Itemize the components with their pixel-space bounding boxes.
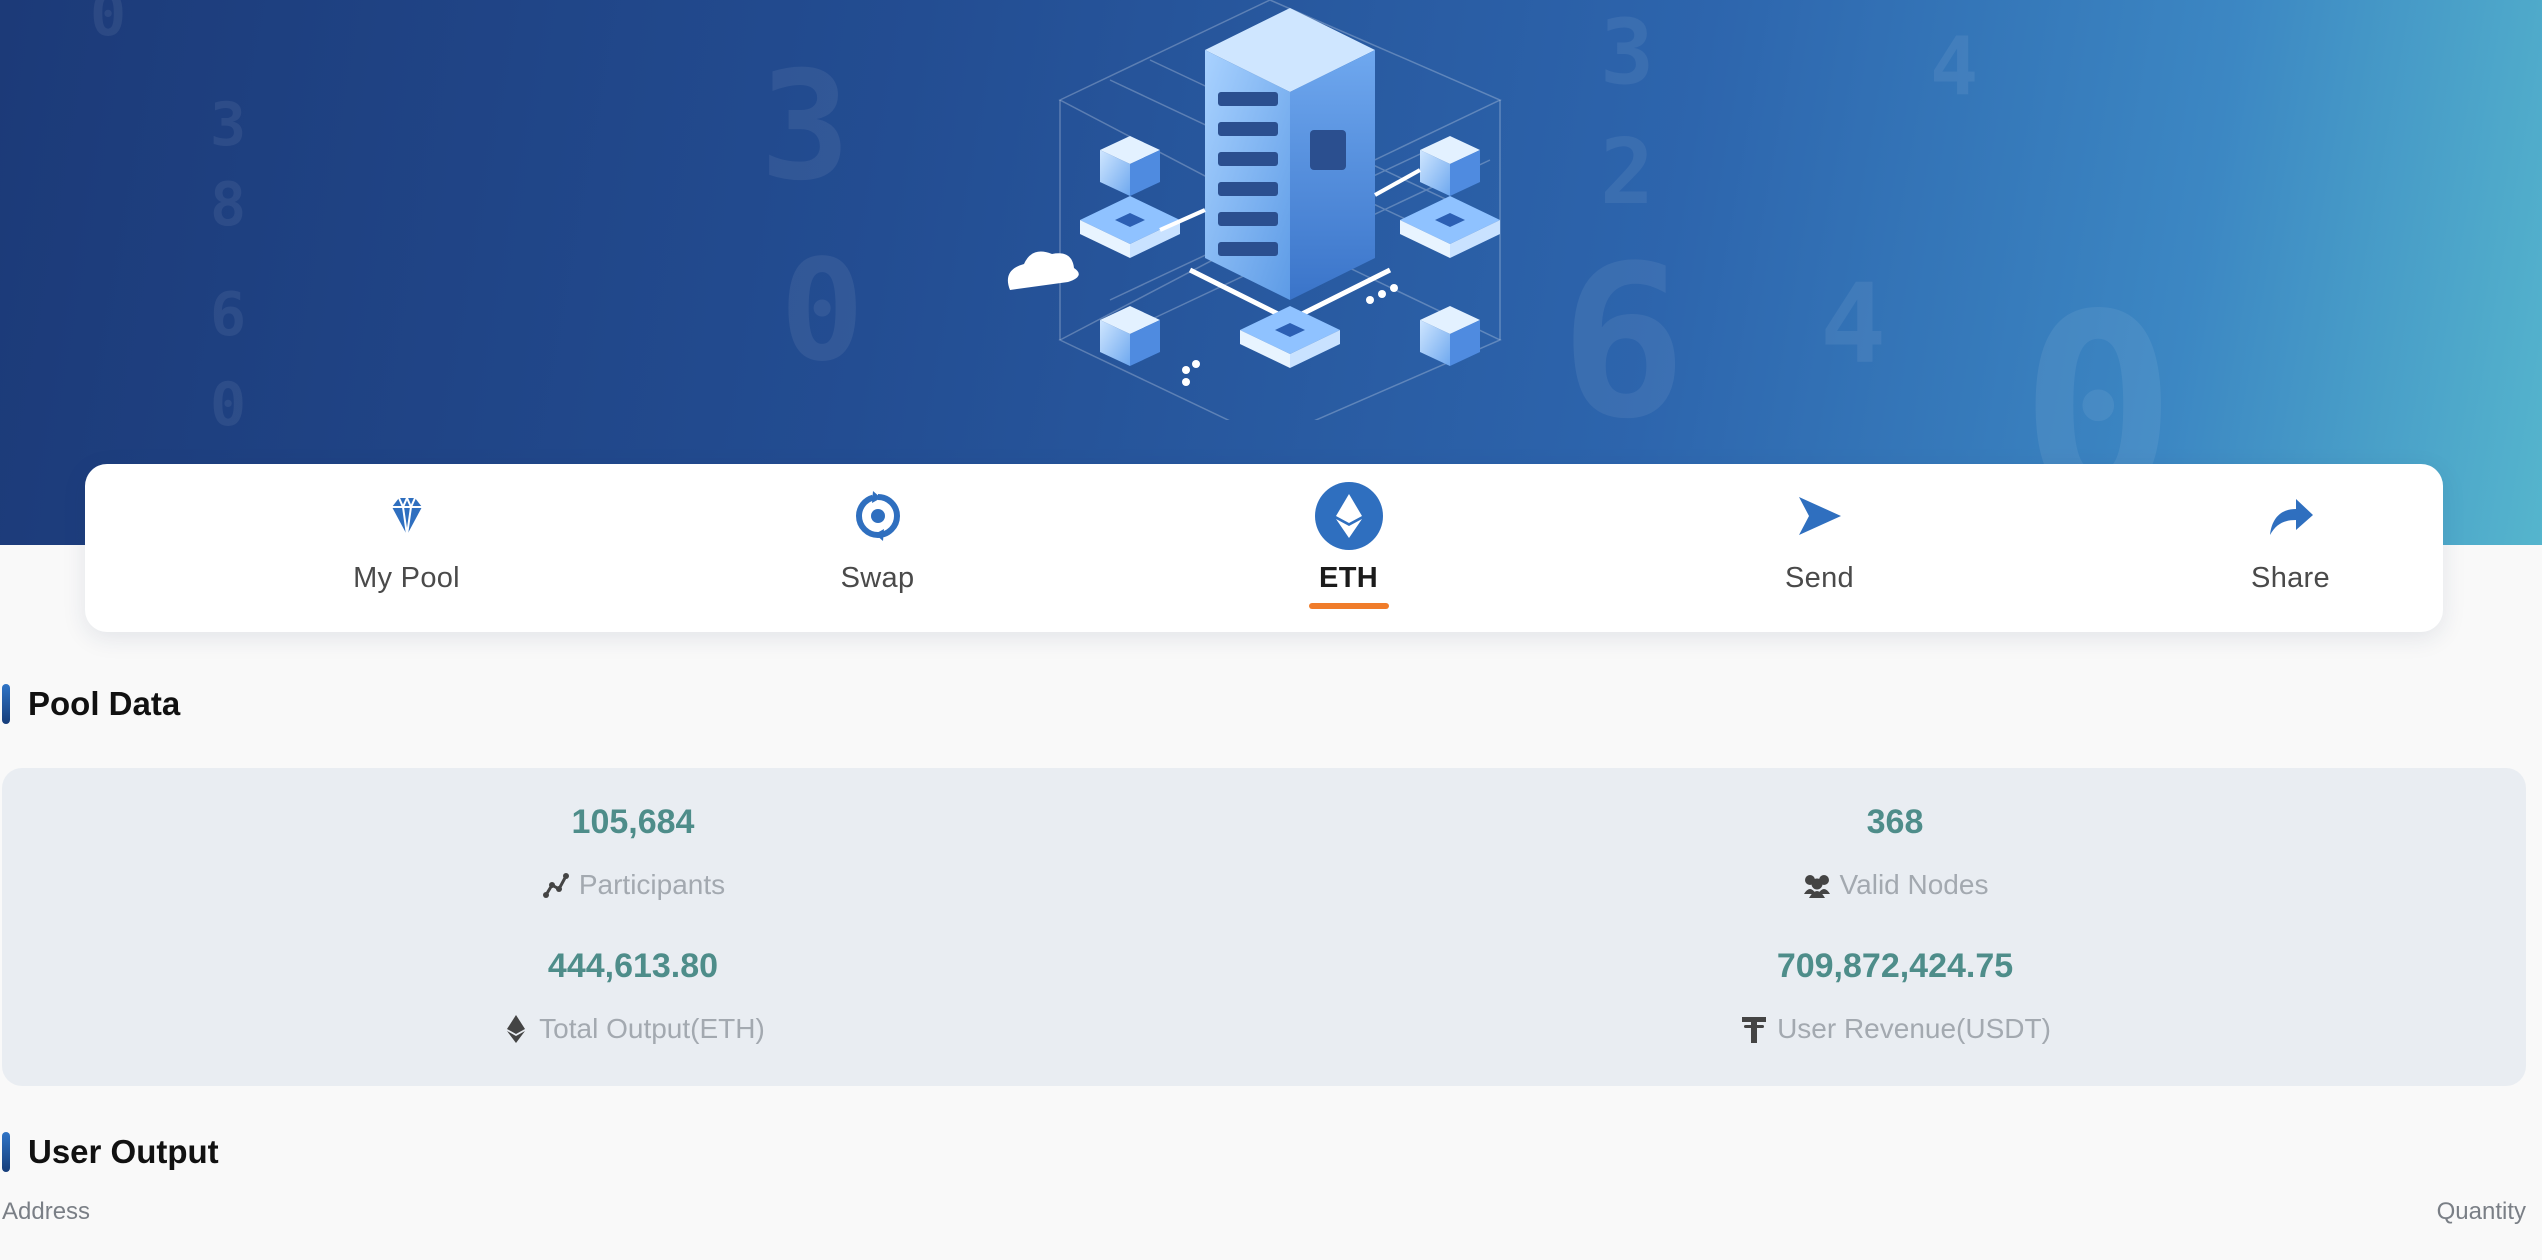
column-header-quantity: Quantity	[2436, 1198, 2526, 1225]
stat-valid-nodes: 368 Valid Nodes	[1264, 802, 2526, 902]
valid-nodes-label-row: Valid Nodes	[1802, 868, 1989, 902]
send-arrow-icon	[1784, 480, 1856, 552]
share-arrow-icon	[2255, 480, 2327, 552]
total-output-label: Total Output(ETH)	[539, 1013, 765, 1044]
pool-data-heading: Pool Data	[0, 682, 180, 726]
nav-item-swap[interactable]: Swap	[642, 464, 1113, 632]
user-output-title: User Output	[28, 1133, 219, 1170]
stat-total-output: 444,613.80 Total Output(ETH)	[2, 946, 1264, 1046]
user-revenue-label-row: User Revenue(USDT)	[1739, 1012, 2051, 1046]
valid-nodes-value: 368	[1866, 803, 1924, 841]
nav-label-eth: ETH	[1319, 562, 1378, 594]
tether-icon	[1739, 1014, 1769, 1044]
user-revenue-label: User Revenue(USDT)	[1777, 1013, 2051, 1044]
active-tab-indicator	[1308, 603, 1389, 609]
pool-stats-card: 105,684 Participants 368 Valid Nodes 444…	[2, 768, 2526, 1086]
section-accent-bar	[2, 684, 10, 724]
chart-line-icon	[541, 870, 571, 900]
pool-data-title: Pool Data	[28, 685, 181, 722]
valid-nodes-label: Valid Nodes	[1839, 869, 1989, 900]
nav-item-share[interactable]: Share	[2055, 464, 2526, 632]
nav-item-my-pool[interactable]: My Pool	[171, 464, 642, 632]
server-network-illustration	[1007, 0, 1502, 420]
total-output-label-row: Total Output(ETH)	[501, 1012, 765, 1046]
diamond-icon	[371, 480, 443, 552]
nav-label-my-pool: My Pool	[353, 562, 460, 594]
nav-label-swap: Swap	[840, 562, 915, 594]
stat-participants: 105,684 Participants	[2, 802, 1264, 902]
nav-card: My Pool Swap ETH Send Share	[85, 464, 2443, 632]
user-output-heading: User Output	[0, 1130, 219, 1174]
participants-label: Participants	[578, 869, 726, 900]
participants-value: 105,684	[571, 803, 695, 841]
ethereum-icon	[1313, 480, 1385, 552]
column-header-address: Address	[2, 1198, 91, 1225]
total-output-value: 444,613.80	[547, 947, 719, 985]
participants-label-row: Participants	[541, 868, 725, 902]
nav-item-eth[interactable]: ETH	[1113, 464, 1584, 632]
user-revenue-value: 709,872,424.75	[1776, 947, 2014, 985]
ethereum-icon	[501, 1014, 531, 1044]
section-accent-bar	[2, 1132, 10, 1172]
swap-cycle-icon	[842, 480, 914, 552]
nav-label-send: Send	[1785, 562, 1854, 594]
users-icon	[1802, 870, 1832, 900]
nav-item-send[interactable]: Send	[1584, 464, 2055, 632]
nav-label-share: Share	[2251, 562, 2330, 594]
stat-user-revenue: 709,872,424.75 User Revenue(USDT)	[1264, 946, 2526, 1046]
